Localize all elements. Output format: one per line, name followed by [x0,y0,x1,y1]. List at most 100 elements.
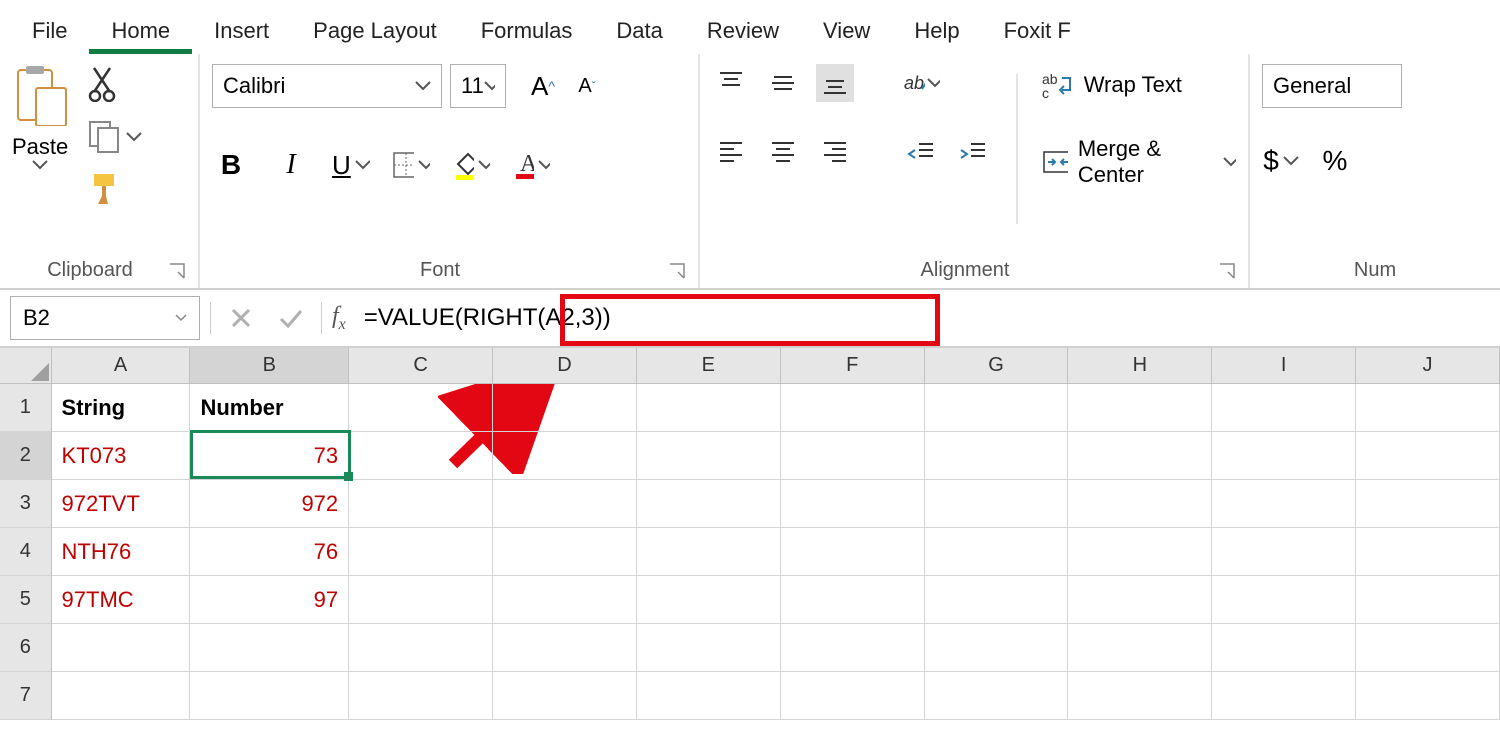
font-family-select[interactable]: Calibri [212,64,442,108]
italic-button[interactable]: I [272,146,310,184]
cell[interactable] [925,624,1069,672]
cell[interactable] [1356,672,1500,720]
wrap-text-button[interactable]: abc Wrap Text [1042,70,1236,100]
cell[interactable] [925,432,1069,480]
cell[interactable]: 972 [190,480,349,528]
cell[interactable] [781,576,925,624]
column-header[interactable]: D [493,348,637,384]
cell[interactable] [1068,528,1212,576]
cell[interactable] [349,432,493,480]
cell[interactable]: 97 [190,576,349,624]
row-header[interactable]: 1 [0,384,52,432]
align-center-button[interactable] [764,132,802,170]
enter-formula-button[interactable] [271,298,311,338]
cell[interactable] [1356,576,1500,624]
bold-button[interactable]: B [212,146,250,184]
ribbon-tab-help[interactable]: Help [892,4,981,54]
merge-center-button[interactable]: Merge & Center [1042,136,1236,188]
cell[interactable] [781,672,925,720]
formula-input[interactable] [356,300,1490,336]
cell[interactable] [349,384,493,432]
cell[interactable] [493,528,637,576]
cell[interactable] [637,624,781,672]
ribbon-tab-view[interactable]: View [801,4,892,54]
align-right-button[interactable] [816,132,854,170]
dialog-launcher-icon[interactable] [668,262,686,280]
cell[interactable] [493,432,637,480]
percent-button[interactable]: % [1316,142,1354,180]
font-size-select[interactable]: 11 [450,64,506,108]
cell[interactable] [349,480,493,528]
number-format-select[interactable]: General [1262,64,1402,108]
cell[interactable] [1212,432,1356,480]
ribbon-tab-page-layout[interactable]: Page Layout [291,4,459,54]
row-header[interactable]: 4 [0,528,52,576]
cell[interactable] [781,384,925,432]
ribbon-tab-home[interactable]: Home [89,4,192,54]
borders-button[interactable] [392,146,430,184]
select-all-corner[interactable] [0,348,52,384]
cut-button[interactable] [88,64,142,102]
column-header[interactable]: I [1212,348,1356,384]
cell[interactable] [52,672,191,720]
cell[interactable] [637,576,781,624]
cell[interactable] [925,384,1069,432]
cell[interactable]: 73 [190,432,349,480]
align-top-button[interactable] [712,64,750,102]
cell[interactable] [1212,384,1356,432]
cell[interactable] [781,432,925,480]
cell[interactable] [1212,480,1356,528]
cell[interactable] [1356,432,1500,480]
cell[interactable]: Number [190,384,349,432]
cell[interactable] [493,624,637,672]
row-header[interactable]: 2 [0,432,52,480]
align-middle-button[interactable] [764,64,802,102]
cell[interactable]: KT073 [52,432,191,480]
cell[interactable] [1356,384,1500,432]
align-bottom-button[interactable] [816,64,854,102]
dialog-launcher-icon[interactable] [1218,262,1236,280]
cell[interactable] [493,576,637,624]
cell[interactable] [349,576,493,624]
cell[interactable] [493,480,637,528]
cell[interactable] [349,624,493,672]
cell[interactable] [781,624,925,672]
cell[interactable] [1068,480,1212,528]
ribbon-tab-insert[interactable]: Insert [192,4,291,54]
fill-color-button[interactable] [452,146,490,184]
cell[interactable] [190,672,349,720]
column-header[interactable]: H [1068,348,1212,384]
cell[interactable] [1212,528,1356,576]
dialog-launcher-icon[interactable] [168,262,186,280]
column-header[interactable]: J [1356,348,1500,384]
column-header[interactable]: C [349,348,493,384]
cell[interactable] [1356,624,1500,672]
row-header[interactable]: 3 [0,480,52,528]
cell[interactable] [637,432,781,480]
cell[interactable] [1356,528,1500,576]
name-box[interactable]: B2 [10,296,200,340]
cell[interactable] [349,528,493,576]
ribbon-tab-file[interactable]: File [10,4,89,54]
cell[interactable] [781,528,925,576]
ribbon-tab-review[interactable]: Review [685,4,801,54]
increase-indent-button[interactable] [954,132,992,170]
cell[interactable]: 972TVT [52,480,191,528]
cell[interactable] [637,672,781,720]
ribbon-tab-foxit-f[interactable]: Foxit F [982,4,1093,54]
cell[interactable] [493,384,637,432]
cell[interactable] [349,672,493,720]
cell[interactable] [925,672,1069,720]
cell[interactable] [637,480,781,528]
cell[interactable] [52,624,191,672]
cell[interactable] [190,624,349,672]
row-header[interactable]: 5 [0,576,52,624]
cell[interactable] [1212,672,1356,720]
orientation-button[interactable]: ab [902,64,940,102]
increase-font-button[interactable]: A^ [524,67,562,105]
cell[interactable] [781,480,925,528]
cell[interactable]: 97TMC [52,576,191,624]
cell[interactable] [1356,480,1500,528]
cell[interactable] [1068,672,1212,720]
cell[interactable] [493,672,637,720]
